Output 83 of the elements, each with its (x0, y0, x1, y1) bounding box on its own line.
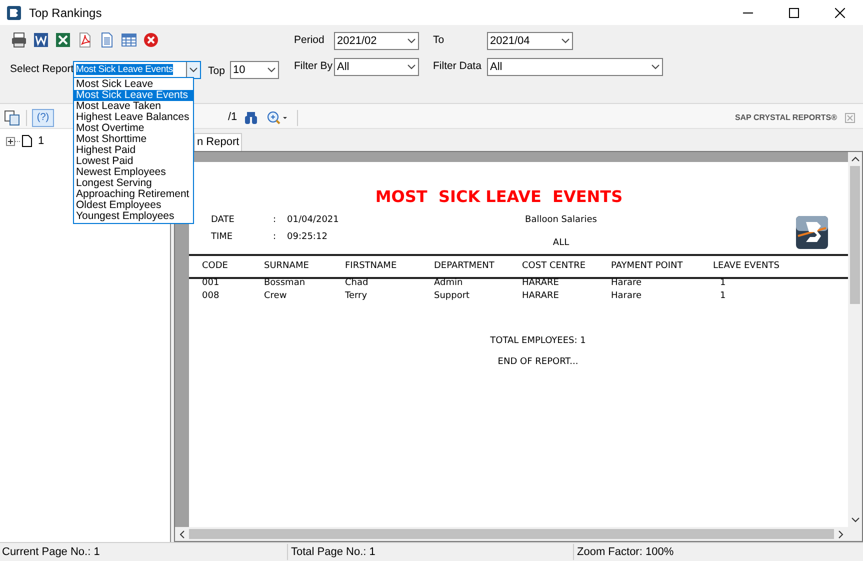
table-cell-text: Chad (345, 277, 370, 290)
app-logo-icon (7, 6, 21, 20)
company-logo-icon (796, 216, 828, 249)
dropdown-option[interactable]: Oldest Employees (74, 200, 193, 211)
zoom-in-icon[interactable] (267, 110, 290, 124)
status-text: Total Page No.: 1 (287, 544, 573, 560)
column-header: LEAVE EVENTS (713, 260, 780, 273)
brand-label: SAP CRYSTAL REPORTS® (734, 112, 837, 124)
table-cell-text: 1 (719, 290, 727, 303)
close-icon (835, 8, 845, 18)
total-text: TOTAL EMPLOYEES: 1 (490, 335, 586, 348)
close-icon[interactable] (143, 32, 159, 48)
separator-text: : (273, 230, 278, 244)
field-label: Top (208, 65, 225, 77)
maximize-icon (789, 8, 799, 18)
field-label: To (433, 33, 446, 48)
dropdown-field[interactable]: 2021/04 (487, 32, 573, 50)
table-cell-text: Crew (264, 290, 288, 303)
word-document-icon[interactable] (33, 32, 49, 48)
column-header: PAYMENT POINT (611, 260, 684, 273)
page-count: /1 (228, 110, 238, 126)
column-header: COST CENTRE (522, 260, 587, 273)
table-cell-text: HARARE (522, 290, 560, 303)
dropdown-field[interactable]: 10 (230, 61, 279, 79)
dropdown-option[interactable]: Most Overtime (74, 123, 193, 134)
field-value: 09:25:12 (287, 230, 328, 244)
dropdown-option[interactable]: Longest Serving (74, 178, 193, 189)
field-label: TIME (211, 230, 234, 244)
field-label: DATE (211, 214, 236, 227)
dropdown-option[interactable]: Newest Employees (74, 167, 193, 178)
document-icon[interactable] (99, 32, 115, 48)
expand-icon[interactable] (6, 136, 20, 146)
copy-icon[interactable] (4, 110, 20, 126)
dropdown-option[interactable]: Most Sick Leave Events (74, 90, 193, 101)
table-icon[interactable] (121, 32, 137, 48)
dropdown-option[interactable]: Most Leave Taken (74, 101, 193, 112)
printer-icon[interactable] (11, 32, 27, 48)
field-label: Filter By (294, 59, 334, 74)
tree-item[interactable]: 1 (38, 133, 44, 150)
dropdown-option[interactable]: Youngest Employees (74, 211, 193, 222)
horizontal-scrollbar[interactable] (175, 527, 862, 541)
pdf-icon[interactable] (77, 32, 93, 48)
table-cell-text: 1 (719, 277, 727, 290)
filter-text: ALL (552, 236, 570, 250)
dropdown-field[interactable]: 2021/02 (334, 32, 419, 50)
table-cell-text: Terry (345, 290, 368, 303)
window-title: Top Rankings (29, 4, 102, 22)
table-cell-text: Harare (611, 277, 643, 290)
dropdown-option[interactable]: Highest Paid (74, 145, 193, 156)
dropdown-field[interactable]: All (487, 58, 663, 76)
column-header: SURNAME (264, 260, 310, 273)
binoculars-icon[interactable] (244, 110, 258, 124)
table-cell-text: Harare (611, 290, 643, 303)
report-tab[interactable]: n Report (194, 133, 242, 151)
table-cell-text: Bossman (264, 277, 306, 290)
table-cell-text: 001 (202, 277, 220, 290)
dropdown-field[interactable]: All (334, 58, 419, 76)
dropdown-option[interactable]: Most Sick Leave (74, 79, 193, 90)
help-button[interactable]: (?) (32, 108, 54, 126)
dropdown-option[interactable]: Highest Leave Balances (74, 112, 193, 123)
table-cell-text: Admin (434, 277, 464, 290)
dropdown-option[interactable]: Lowest Paid (74, 156, 193, 167)
status-text: Zoom Factor: 100% (573, 544, 863, 560)
field-label: Filter Data (433, 59, 482, 74)
dropdown-option[interactable]: Most Shorttime (74, 134, 193, 145)
page-icon (22, 135, 32, 148)
vertical-scrollbar[interactable] (848, 152, 862, 527)
company-name: Balloon Salaries (525, 214, 597, 227)
field-label: Select Report (10, 62, 73, 78)
end-text: END OF REPORT... (498, 356, 578, 368)
column-header: CODE (202, 260, 229, 273)
separator-text: : (273, 214, 278, 227)
column-header: DEPARTMENT (434, 260, 496, 273)
spreadsheet-icon[interactable] (55, 32, 71, 48)
field-value: 01/04/2021 (287, 214, 339, 227)
field-label: Period (294, 33, 326, 48)
status-text: Current Page No.: 1 (1, 544, 101, 560)
table-cell-text: 008 (202, 290, 220, 303)
dropdown-option[interactable]: Approaching Retirement (74, 189, 193, 200)
table-cell-text: HARARE (522, 277, 560, 290)
report-title: MOST SICK LEAVE EVENTS (374, 186, 624, 208)
column-header: FIRSTNAME (345, 260, 398, 273)
table-cell-text: Support (434, 290, 471, 303)
